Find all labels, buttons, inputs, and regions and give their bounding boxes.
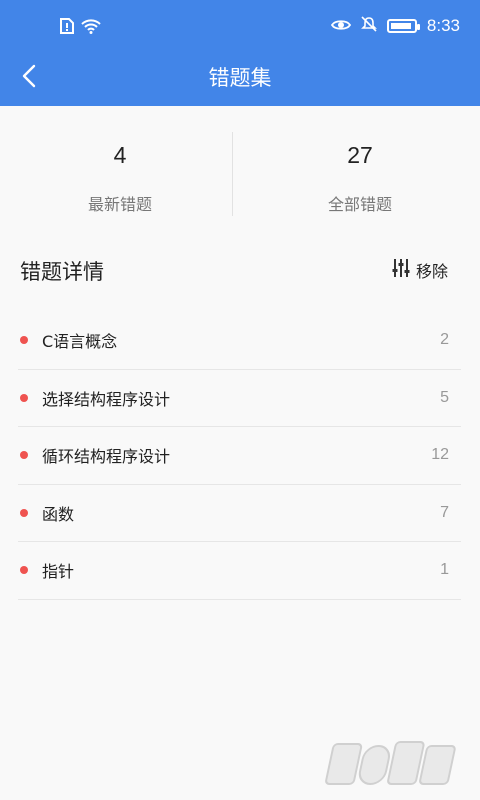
stat-label: 全部错题 [327, 195, 392, 214]
topic-name: 指针 [42, 562, 75, 582]
eye-icon [330, 17, 351, 36]
stat-label: 最新错题 [87, 195, 152, 214]
bullet-dot [20, 508, 28, 517]
bullet-dot [20, 451, 28, 460]
topic-name: C语言概念 [42, 332, 118, 352]
list-item[interactable]: 循环结构程序设计 12 [18, 427, 461, 485]
stat-all-errors[interactable]: 27 全部错题 [240, 106, 480, 240]
topic-count: 7 [440, 503, 449, 521]
stats-panel: 4 最新错题 27 全部错题 [0, 106, 480, 240]
topic-name: 循环结构程序设计 [42, 447, 171, 467]
topic-name: 选择结构程序设计 [42, 389, 171, 409]
bullet-dot [20, 336, 28, 345]
list-item[interactable]: 函数 7 [18, 485, 461, 542]
topic-list: C语言概念 2 选择结构程序设计 5 循环结构程序设计 12 函数 7 指针 1 [18, 312, 461, 600]
watermark-logo [314, 734, 474, 794]
stat-number: 4 [113, 142, 127, 168]
wifi-icon [80, 18, 102, 38]
bullet-dot [20, 566, 28, 575]
sim-alert-icon [60, 18, 74, 38]
section-title: 错题详情 [20, 260, 104, 284]
battery-icon [386, 19, 420, 33]
app-header: 8:33 错题集 [0, 0, 480, 106]
navbar: 错题集 [0, 48, 480, 106]
status-right: 8:33 [330, 16, 460, 36]
status-left [60, 18, 102, 38]
list-item[interactable]: C语言概念 2 [18, 312, 461, 370]
topic-count: 12 [431, 446, 449, 464]
status-bar: 8:33 [0, 0, 480, 48]
remove-label: 移除 [415, 262, 448, 281]
status-time: 8:33 [426, 16, 460, 35]
stat-number: 27 [347, 142, 373, 168]
remove-button[interactable]: 移除 [392, 258, 448, 282]
list-item[interactable]: 指针 1 [18, 542, 461, 600]
bullet-dot [20, 393, 28, 402]
sliders-icon [392, 258, 410, 282]
battery-fill [390, 23, 412, 29]
list-item[interactable]: 选择结构程序设计 5 [18, 370, 461, 427]
topic-name: 函数 [42, 504, 75, 524]
stats-divider [232, 132, 233, 216]
stat-latest-errors[interactable]: 4 最新错题 [0, 106, 240, 240]
topic-count: 5 [440, 388, 449, 406]
bell-off-icon [360, 16, 377, 36]
page-title: 错题集 [208, 66, 272, 90]
topic-count: 2 [440, 331, 449, 349]
topic-count: 1 [440, 561, 449, 579]
